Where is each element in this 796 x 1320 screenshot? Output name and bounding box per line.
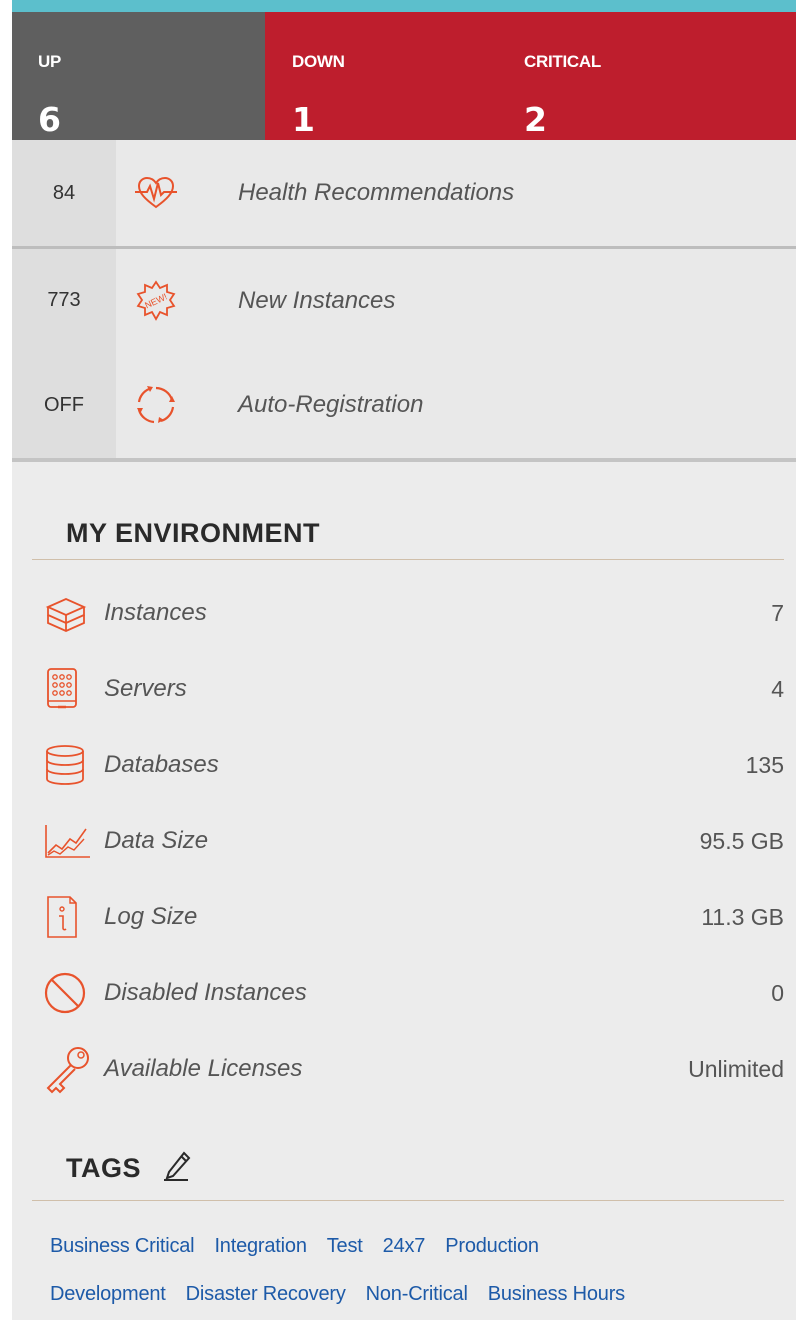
env-row-available-licenses: Available Licenses Unlimited (42, 1031, 784, 1107)
tag-link[interactable]: Business Hours (488, 1283, 625, 1306)
disabled-icon (42, 970, 104, 1016)
env-row-instances: Instances 7 (42, 575, 784, 651)
tag-link[interactable]: Business Critical (50, 1235, 195, 1258)
server-icon (42, 666, 104, 712)
env-row-disabled-instances: Disabled Instances 0 (42, 955, 784, 1031)
pencil-icon[interactable] (162, 1150, 192, 1187)
alert-row-health-recommendations[interactable]: 84 Health Recommendations (12, 140, 796, 246)
alert-list: 84 Health Recommendations 773 NEW! New I… (12, 140, 796, 462)
tag-link[interactable]: 24x7 (383, 1235, 426, 1258)
alert-label: Health Recommendations (238, 179, 515, 206)
alert-label: Auto-Registration (238, 391, 424, 418)
env-label: Available Licenses (104, 1055, 303, 1082)
database-icon (42, 743, 104, 787)
status-down-count: 1 (292, 100, 315, 139)
log-file-icon (42, 894, 104, 940)
environment-list: Instances 7 Servers 4 Databases 135 Data… (42, 575, 784, 1107)
status-down-label: DOWN (292, 52, 345, 71)
env-row-log-size: Log Size 11.3 GB (42, 879, 784, 955)
tag-list: Business Critical Integration Test 24x7 … (50, 1222, 790, 1318)
env-label: Servers (104, 675, 187, 702)
env-label: Disabled Instances (104, 979, 307, 1006)
alert-row-auto-registration[interactable]: OFF Auto-Registration (12, 352, 796, 462)
new-badge-icon: NEW! (116, 279, 196, 323)
tag-link[interactable]: Integration (214, 1235, 307, 1258)
key-icon (42, 1044, 104, 1094)
alert-count: 773 (12, 249, 116, 352)
status-alert-group: DOWN 1 CRITICAL 2 (265, 12, 796, 140)
status-up-count: 6 (38, 100, 61, 139)
tag-link[interactable]: Disaster Recovery (186, 1283, 346, 1306)
top-accent-bar (12, 0, 796, 12)
env-label: Data Size (104, 827, 209, 854)
alert-count: 84 (12, 140, 116, 246)
svg-text:NEW!: NEW! (143, 291, 169, 310)
env-value: 4 (771, 675, 784, 702)
dashboard-panel: UP 6 DOWN 1 CRITICAL 2 84 Health Recomme… (12, 0, 796, 1320)
status-critical-tile[interactable]: CRITICAL 2 (497, 12, 796, 140)
section-divider (32, 1200, 784, 1201)
alert-label: New Instances (238, 286, 396, 314)
env-label: Databases (104, 751, 219, 778)
line-chart-icon (42, 821, 104, 861)
alert-count: OFF (12, 352, 116, 458)
env-value: 11.3 GB (701, 903, 784, 930)
env-label: Log Size (104, 903, 198, 930)
tag-link[interactable]: Test (327, 1235, 363, 1258)
refresh-cycle-icon (116, 383, 196, 427)
env-row-data-size: Data Size 95.5 GB (42, 803, 784, 879)
my-environment-title: MY ENVIRONMENT (66, 518, 321, 548)
status-up-label: UP (38, 52, 62, 71)
env-value: 135 (745, 751, 784, 778)
alert-row-new-instances[interactable]: 773 NEW! New Instances (12, 246, 796, 352)
tag-row: Development Disaster Recovery Non-Critic… (50, 1270, 790, 1318)
env-value: 7 (771, 599, 784, 626)
status-summary-bar: UP 6 DOWN 1 CRITICAL 2 (12, 12, 796, 140)
status-down-tile[interactable]: DOWN 1 (265, 12, 497, 140)
status-up-tile[interactable]: UP 6 (12, 12, 265, 140)
tag-link[interactable]: Development (50, 1283, 166, 1306)
heartbeat-icon (116, 175, 196, 211)
env-row-databases: Databases 135 (42, 727, 784, 803)
env-row-servers: Servers 4 (42, 651, 784, 727)
section-divider (32, 559, 784, 560)
env-value: 0 (771, 979, 784, 1006)
env-value: Unlimited (688, 1055, 784, 1082)
tags-title: TAGS (66, 1153, 141, 1183)
tag-row: Business Critical Integration Test 24x7 … (50, 1222, 790, 1270)
env-value: 95.5 GB (699, 827, 784, 854)
tag-link[interactable]: Non-Critical (366, 1283, 468, 1306)
status-critical-count: 2 (524, 100, 547, 139)
tag-link[interactable]: Production (445, 1235, 539, 1258)
status-critical-label: CRITICAL (524, 52, 601, 71)
env-label: Instances (104, 599, 207, 626)
instances-icon (42, 593, 104, 633)
